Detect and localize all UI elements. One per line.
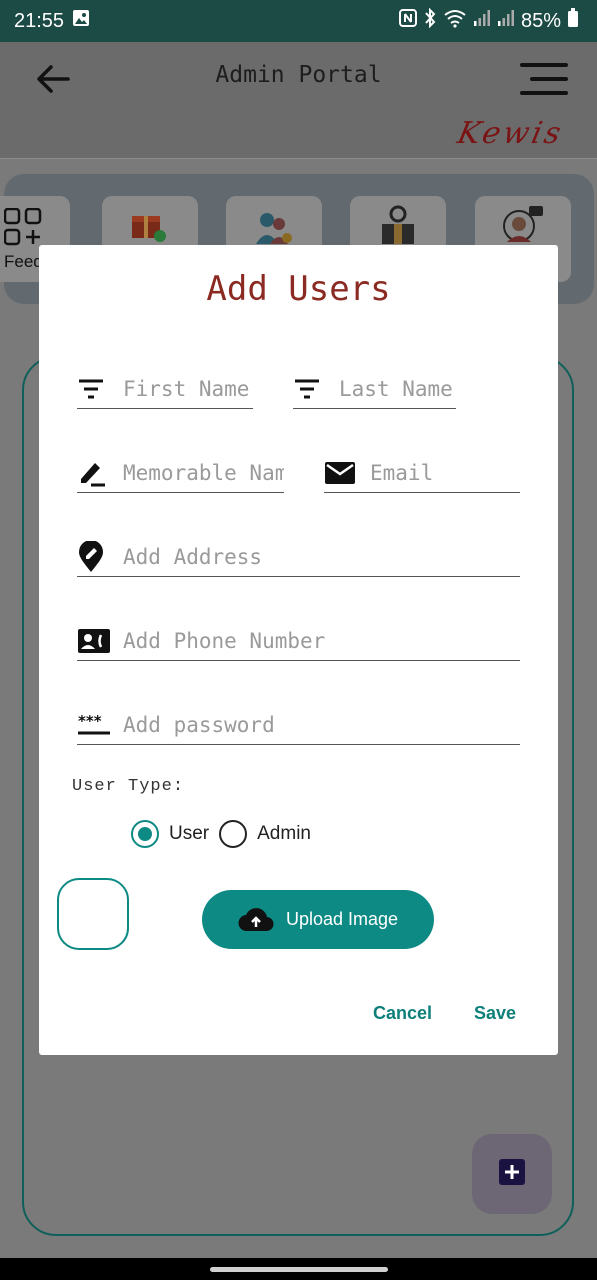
phone-input[interactable] [123, 628, 520, 653]
contact-phone-icon [77, 626, 111, 656]
wifi-icon [443, 8, 467, 34]
status-time: 21:55 [14, 9, 65, 32]
mail-icon [324, 458, 358, 488]
pen-icon [77, 458, 111, 488]
memorable-name-input[interactable] [123, 460, 284, 485]
plus-box-icon [498, 1158, 526, 1190]
signal-icon-2 [497, 9, 515, 33]
app-bar: Admin Portal Kewis [0, 42, 597, 158]
add-fab-button[interactable] [472, 1134, 552, 1214]
menu-icon[interactable] [520, 62, 568, 100]
radio-user-label[interactable]: User [169, 823, 209, 845]
svg-text:***: *** [78, 714, 102, 730]
password-field[interactable]: *** [77, 705, 520, 745]
email-input[interactable] [370, 460, 520, 485]
cloud-upload-icon [238, 907, 274, 933]
filter-icon [77, 374, 111, 404]
add-users-dialog: Add Users * [39, 245, 558, 1055]
last-name-input[interactable] [339, 376, 456, 401]
user-type-label: User Type: [72, 777, 185, 796]
package-add-icon [130, 210, 168, 248]
radio-admin[interactable] [219, 820, 248, 848]
gallery-icon [72, 9, 90, 33]
battery-percent: 85% [520, 9, 561, 32]
radio-admin-label[interactable]: Admin [257, 823, 311, 845]
address-input[interactable] [123, 544, 520, 569]
battery-icon [567, 8, 579, 34]
last-name-field[interactable] [293, 369, 456, 409]
home-gesture-pill[interactable] [210, 1267, 388, 1272]
email-field[interactable] [324, 453, 520, 493]
brand-logo: Kewis [454, 116, 567, 151]
box-gear-icon [376, 204, 420, 250]
password-icon: *** [77, 710, 111, 740]
category-feed-label: Feed [4, 252, 43, 271]
image-preview[interactable] [57, 878, 129, 950]
users-add-icon [254, 210, 294, 250]
location-edit-icon [77, 540, 111, 572]
first-name-input[interactable] [123, 376, 253, 401]
user-type-radio-group: User Admin [131, 820, 311, 848]
radio-user[interactable] [131, 820, 159, 848]
dialog-title: Add Users [206, 269, 391, 309]
save-button[interactable]: Save [474, 1003, 516, 1024]
bluetooth-icon [423, 7, 437, 34]
page-title: Admin Portal [215, 62, 382, 88]
header-divider [0, 158, 597, 159]
upload-image-button[interactable]: Upload Image [202, 890, 434, 949]
phone-field[interactable] [77, 621, 520, 661]
apps-add-icon [3, 207, 44, 250]
support-agent-icon [499, 204, 545, 250]
first-name-field[interactable] [77, 369, 253, 409]
upload-image-label: Upload Image [285, 909, 399, 929]
address-field[interactable] [77, 537, 520, 577]
nfc-icon [398, 9, 417, 33]
signal-icon [473, 9, 491, 33]
cancel-button[interactable]: Cancel [373, 1003, 432, 1024]
filter-icon [293, 374, 327, 404]
password-input[interactable] [123, 712, 520, 737]
memorable-name-field[interactable] [77, 453, 284, 493]
status-bar: 21:55 85% [0, 0, 597, 42]
